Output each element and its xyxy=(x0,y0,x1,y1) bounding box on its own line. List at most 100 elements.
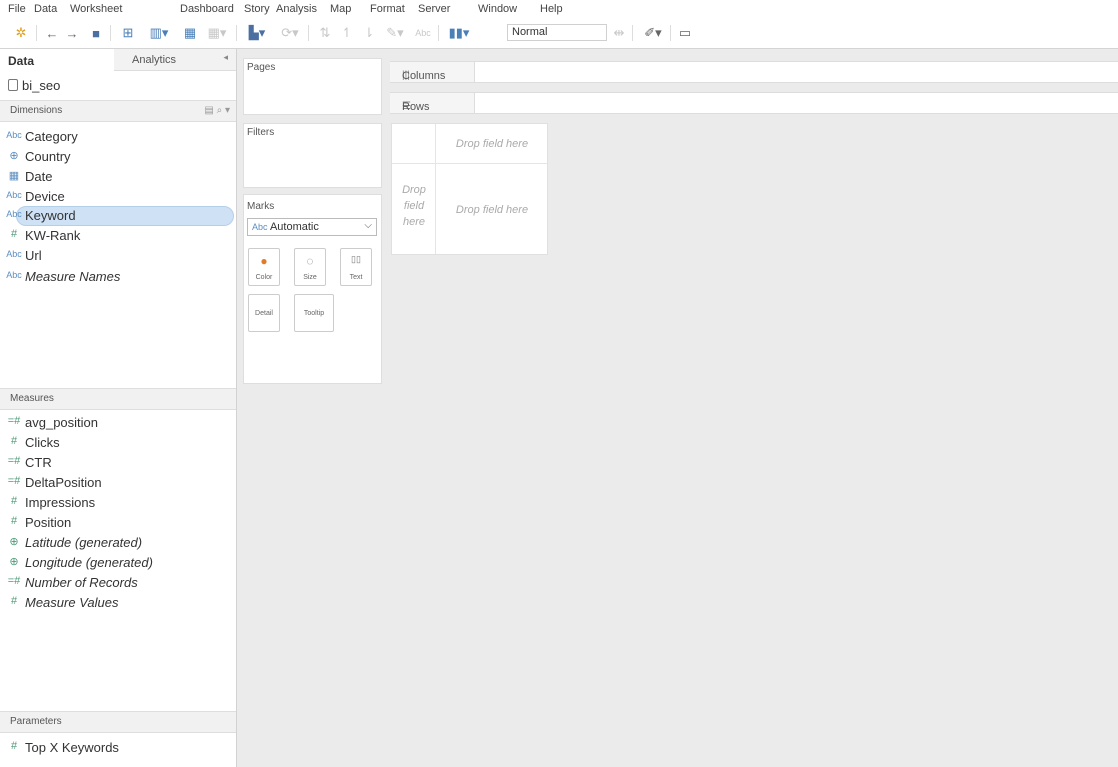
field-device[interactable]: Abc Device xyxy=(0,187,236,207)
datasource-item[interactable]: bi_seo xyxy=(8,78,60,93)
field-delta-position[interactable]: =# DeltaPosition xyxy=(0,473,236,493)
sort-descending-icon[interactable]: ⇂ xyxy=(360,24,378,42)
menu-file[interactable]: File xyxy=(8,3,26,15)
redo-icon[interactable]: → xyxy=(64,24,80,42)
field-keyword[interactable]: Abc Keyword xyxy=(6,206,234,226)
field-clicks[interactable]: # Clicks xyxy=(0,433,236,453)
undo-icon[interactable]: ← xyxy=(44,24,60,42)
menu-worksheet[interactable]: Worksheet xyxy=(70,3,122,15)
field-longitude[interactable]: ⊕ Longitude (generated) xyxy=(0,553,236,573)
swap-icon[interactable]: ⇅ xyxy=(316,24,334,42)
detail-button[interactable]: Detail xyxy=(248,294,280,332)
field-number-of-records[interactable]: =# Number of Records xyxy=(0,573,236,593)
calc-hash-icon: =# xyxy=(7,575,21,587)
tableau-logo-icon[interactable]: ✲ xyxy=(12,24,30,42)
field-kw-rank[interactable]: # KW-Rank xyxy=(0,226,236,246)
pages-shelf[interactable]: Pages xyxy=(243,58,382,115)
menu-dashboard[interactable]: Dashboard xyxy=(180,3,234,15)
hash-icon: # xyxy=(10,228,18,240)
pause-updates-icon[interactable]: ▙▾ xyxy=(244,24,270,42)
mark-type-select[interactable]: Abc Automatic ⌵ xyxy=(247,218,377,236)
menu-story[interactable]: Story xyxy=(244,3,270,15)
data-pane: Data Analytics ◂ bi_seo Dimensions ▤ ⌕ ▾… xyxy=(0,49,237,767)
drop-zone-main[interactable]: Drop field here xyxy=(440,204,544,216)
new-datasource-icon[interactable]: ⊞ xyxy=(120,24,136,42)
labels-icon[interactable]: Abc xyxy=(412,24,434,42)
tab-analytics[interactable]: Analytics ◂ xyxy=(114,49,236,71)
filters-shelf[interactable]: Filters xyxy=(243,123,382,188)
menu-analysis[interactable]: Analysis xyxy=(276,3,317,15)
globe-icon: ⊕ xyxy=(9,536,19,548)
filters-label: Filters xyxy=(247,127,275,138)
color-icon: ● xyxy=(260,254,268,268)
field-top-x-keywords[interactable]: # Top X Keywords xyxy=(0,738,236,758)
size-icon: ◌ xyxy=(306,254,314,268)
pages-label: Pages xyxy=(247,62,276,73)
search-icon[interactable]: ▤ ⌕ ▾ xyxy=(204,105,230,116)
duplicate-sheet-icon[interactable]: ▦ xyxy=(180,24,200,42)
menu-format[interactable]: Format xyxy=(370,3,405,15)
size-button[interactable]: ◌ Size xyxy=(294,248,326,286)
hash-icon: # xyxy=(10,595,18,607)
highlight-icon[interactable]: ✎▾ xyxy=(382,24,408,42)
field-category[interactable]: Abc Category xyxy=(0,127,236,147)
globe-icon: ⊕ xyxy=(9,150,19,162)
field-date[interactable]: ▦ Date xyxy=(0,167,236,187)
field-ctr[interactable]: =# CTR xyxy=(0,453,236,473)
drop-zone-columns[interactable]: Drop field here xyxy=(440,138,544,150)
columns-shelf[interactable]: ||| Columns xyxy=(390,61,1118,83)
menu-data[interactable]: Data xyxy=(34,3,57,15)
abc-icon: Abc xyxy=(6,130,22,140)
annotate-icon[interactable]: ✐▾ xyxy=(640,24,666,42)
field-url[interactable]: Abc Url xyxy=(0,246,236,266)
clear-sheet-icon[interactable]: ▦▾ xyxy=(204,24,230,42)
field-latitude[interactable]: ⊕ Latitude (generated) xyxy=(0,533,236,553)
abc-icon: Abc xyxy=(6,209,22,219)
view-grid[interactable]: Drop field here Drop field here Drop fie… xyxy=(391,123,548,255)
datasource-label: bi_seo xyxy=(22,78,61,93)
chevron-down-icon: ⌵ xyxy=(364,220,372,231)
field-measure-names[interactable]: Abc Measure Names xyxy=(0,267,236,287)
text-button[interactable]: ▯▯ Text xyxy=(340,248,372,286)
field-country[interactable]: ⊕ Country xyxy=(0,147,236,167)
tab-data[interactable]: Data xyxy=(0,49,114,71)
calc-hash-icon: =# xyxy=(7,475,21,487)
field-position[interactable]: # Position xyxy=(0,513,236,533)
globe-icon: ⊕ xyxy=(9,556,19,568)
fix-axes-icon[interactable]: ⇹ xyxy=(610,24,628,42)
calc-hash-icon: =# xyxy=(7,455,21,467)
field-measure-values[interactable]: # Measure Values xyxy=(0,593,236,613)
measures-header: Measures xyxy=(0,388,236,410)
database-icon xyxy=(8,79,18,91)
rows-label: Rows xyxy=(402,101,430,113)
hash-icon: # xyxy=(10,515,18,527)
calc-hash-icon: =# xyxy=(7,415,21,427)
minimize-icon[interactable]: ◂ xyxy=(223,52,228,63)
mark-type-label: Automatic xyxy=(269,221,319,233)
refresh-icon[interactable]: ⟳▾ xyxy=(278,24,302,42)
menu-help[interactable]: Help xyxy=(540,3,563,15)
field-impressions[interactable]: # Impressions xyxy=(0,493,236,513)
dimensions-header: Dimensions ▤ ⌕ ▾ xyxy=(0,100,236,122)
calendar-icon: ▦ xyxy=(8,170,20,182)
color-button[interactable]: ● Color xyxy=(248,248,280,286)
pane-tabs: Data Analytics ◂ xyxy=(0,49,236,71)
mark-type-dropdown[interactable]: Normal xyxy=(507,24,607,41)
marks-label: Marks xyxy=(247,201,275,212)
save-icon[interactable]: ■ xyxy=(88,24,104,42)
menu-window[interactable]: Window xyxy=(478,3,517,15)
tooltip-button[interactable]: Tooltip xyxy=(294,294,334,332)
mark-abc-icon: Abc xyxy=(252,222,268,232)
presentation-mode-icon[interactable]: ▭ xyxy=(676,24,694,42)
drop-zone-rows[interactable]: Drop field here xyxy=(394,182,434,230)
abc-icon: Abc xyxy=(6,190,22,200)
field-avg-position[interactable]: =# avg_position xyxy=(0,413,236,433)
sort-ascending-icon[interactable]: ↿ xyxy=(338,24,356,42)
menu-map[interactable]: Map xyxy=(330,3,351,15)
show-me-icon[interactable]: ▮▮▾ xyxy=(444,24,474,42)
new-worksheet-icon[interactable]: ▥▾ xyxy=(146,24,172,42)
rows-shelf[interactable]: ☰ Rows xyxy=(390,92,1118,114)
text-icon: ▯▯ xyxy=(351,254,361,264)
mark-type-value: Normal xyxy=(512,26,548,38)
menu-server[interactable]: Server xyxy=(418,3,450,15)
